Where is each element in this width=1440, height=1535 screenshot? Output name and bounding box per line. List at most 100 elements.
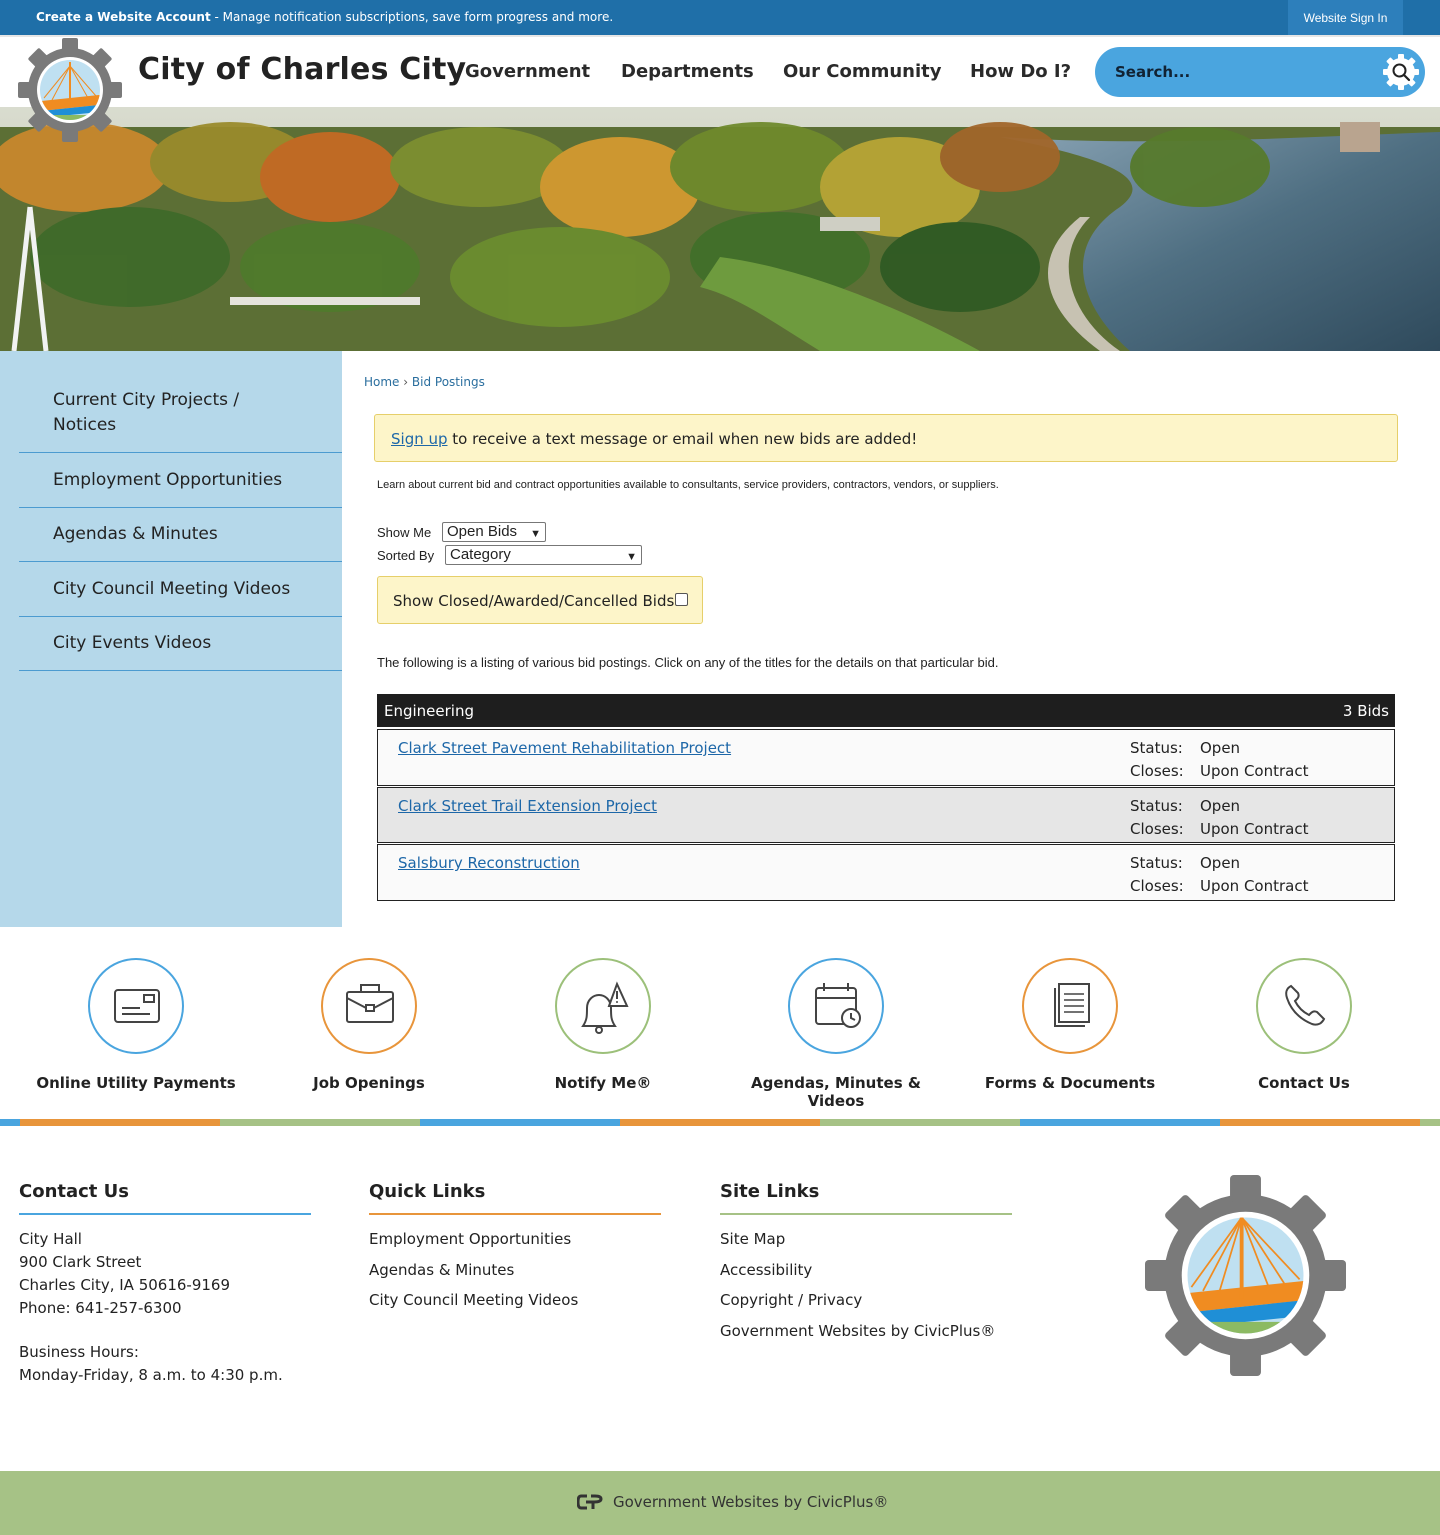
divider-stripe xyxy=(620,1119,820,1126)
bid-title-link[interactable]: Clark Street Pavement Rehabilitation Pro… xyxy=(398,739,731,757)
search-box[interactable]: Search... xyxy=(1095,47,1425,97)
sidebar-item-label: Employment Opportunities xyxy=(53,470,283,490)
city-gear-logo-icon[interactable] xyxy=(18,38,122,142)
chevron-down-icon: ▼ xyxy=(626,551,637,563)
bid-closes-value: Upon Contract xyxy=(1200,820,1309,838)
bell-alert-icon xyxy=(555,958,651,1054)
footer-hours-label: Business Hours: xyxy=(19,1343,139,1361)
bid-title-link[interactable]: Clark Street Trail Extension Project xyxy=(398,797,657,815)
footer-hours: Monday-Friday, 8 a.m. to 4:30 p.m. xyxy=(19,1366,283,1384)
footer-site-link[interactable]: Site Map xyxy=(720,1230,785,1248)
footer-quick-link[interactable]: Agendas & Minutes xyxy=(369,1261,514,1279)
bid-status-value: Open xyxy=(1200,739,1241,757)
signup-alert-text: to receive a text message or email when … xyxy=(447,430,918,448)
bid-status-label: Status: xyxy=(1130,797,1183,815)
divider-stripe xyxy=(1420,1119,1440,1126)
divider-stripe xyxy=(1020,1119,1220,1126)
footer-site-link[interactable]: Copyright / Privacy xyxy=(720,1291,862,1309)
sidebar-item-label: City Events Videos xyxy=(53,633,212,653)
phone-icon xyxy=(1256,958,1352,1054)
site-header: City of Charles City Government Departme… xyxy=(0,35,1440,107)
bid-row: Clark Street Trail Extension Project Sta… xyxy=(377,787,1395,843)
divider-stripe xyxy=(1220,1119,1420,1126)
calendar-clock-icon xyxy=(788,958,884,1054)
hero-banner-image xyxy=(0,107,1440,351)
create-account-message: Create a Website Account - Manage notifi… xyxy=(36,10,613,24)
divider-stripe xyxy=(420,1119,620,1126)
footer-quick-link[interactable]: City Council Meeting Videos xyxy=(369,1291,578,1309)
footer-contact-line: 900 Clark Street xyxy=(19,1253,142,1271)
show-closed-checkbox[interactable] xyxy=(675,593,688,606)
nav-how-do-i[interactable]: How Do I? xyxy=(970,61,1071,82)
footer-site-links-title: Site Links xyxy=(720,1181,820,1202)
signup-alert: Sign up to receive a text message or ema… xyxy=(374,414,1398,462)
quick-link-label: Job Openings xyxy=(313,1074,425,1092)
quick-link-label: Forms & Documents xyxy=(984,1074,1156,1092)
show-closed-label: Show Closed/Awarded/Cancelled Bids: xyxy=(393,592,680,610)
nav-our-community[interactable]: Our Community xyxy=(783,61,941,82)
show-me-label: Show Me xyxy=(377,525,432,540)
bid-row: Clark Street Pavement Rehabilitation Pro… xyxy=(377,729,1395,786)
footer-site-link[interactable]: Accessibility xyxy=(720,1261,812,1279)
site-title[interactable]: City of Charles City xyxy=(138,52,466,87)
chevron-down-icon: ▼ xyxy=(530,528,541,540)
divider-stripe xyxy=(20,1119,220,1126)
quick-link-label: Agendas, Minutes & Videos xyxy=(751,1074,921,1110)
footer-divider xyxy=(19,1213,311,1215)
breadcrumb-home[interactable]: Home xyxy=(364,375,399,389)
category-header: Engineering 3 Bids xyxy=(377,694,1395,727)
sorted-by-value: Category xyxy=(450,546,511,563)
create-account-desc: - Manage notification subscriptions, sav… xyxy=(210,10,614,24)
divider-stripe xyxy=(220,1119,420,1126)
create-account-link[interactable]: Create a Website Account xyxy=(36,10,211,24)
show-me-select[interactable]: Open Bids ▼ xyxy=(442,522,546,542)
sidebar-item-label: City Council Meeting Videos xyxy=(53,579,291,599)
bid-status-value: Open xyxy=(1200,854,1241,872)
civicplus-link[interactable]: Government Websites by CivicPlus® xyxy=(613,1493,888,1511)
sidebar-item-council-videos[interactable]: City Council Meeting Videos xyxy=(19,562,342,617)
breadcrumb: Home › Bid Postings xyxy=(364,375,485,389)
intro-text: Learn about current bid and contract opp… xyxy=(377,479,999,491)
bottom-bar: Government Websites by CivicPlus® xyxy=(0,1471,1440,1535)
sidebar-item-label: Current City Projects / xyxy=(53,390,240,410)
sorted-by-select[interactable]: Category ▼ xyxy=(445,545,642,565)
sidebar-item-agendas[interactable]: Agendas & Minutes xyxy=(19,508,342,562)
nav-government[interactable]: Government xyxy=(465,61,590,82)
footer-quick-link[interactable]: Employment Opportunities xyxy=(369,1230,571,1248)
nav-departments[interactable]: Departments xyxy=(621,61,754,82)
sidebar-item-current-city-projects[interactable]: Current City Projects / Notices xyxy=(19,378,342,453)
sidebar-item-events-videos[interactable]: City Events Videos xyxy=(19,617,342,671)
footer-quick-links-title: Quick Links xyxy=(369,1181,486,1202)
sorted-by-label: Sorted By xyxy=(377,548,435,563)
bid-closes-value: Upon Contract xyxy=(1200,762,1309,780)
briefcase-icon xyxy=(321,958,417,1054)
sidebar-item-label: Notices xyxy=(53,415,117,435)
sidebar-item-label: Agendas & Minutes xyxy=(53,524,218,544)
bid-row: Salsbury Reconstruction Status: Open Clo… xyxy=(377,844,1395,901)
footer-contact-line: City Hall xyxy=(19,1230,82,1248)
listing-description: The following is a listing of various bi… xyxy=(377,655,999,670)
quick-link-label: Online Utility Payments xyxy=(36,1074,236,1092)
search-input[interactable]: Search... xyxy=(1115,63,1190,81)
footer-site-link[interactable]: Government Websites by CivicPlus® xyxy=(720,1322,995,1340)
payment-card-icon xyxy=(88,958,184,1054)
website-sign-in-button[interactable]: Website Sign In xyxy=(1288,0,1403,35)
sidebar-item-employment[interactable]: Employment Opportunities xyxy=(19,453,342,508)
divider-stripe xyxy=(820,1119,1020,1126)
search-icon[interactable] xyxy=(1383,54,1419,90)
footer-contact-line: Charles City, IA 50616-9169 xyxy=(19,1276,231,1294)
bid-title-link[interactable]: Salsbury Reconstruction xyxy=(398,854,580,872)
bid-status-label: Status: xyxy=(1130,854,1183,872)
show-me-value: Open Bids xyxy=(447,523,518,540)
breadcrumb-current[interactable]: Bid Postings xyxy=(412,375,485,389)
bid-status-label: Status: xyxy=(1130,739,1183,757)
quick-link-label: Contact Us xyxy=(1258,1074,1350,1092)
category-name: Engineering xyxy=(384,702,474,720)
bid-closes-label: Closes: xyxy=(1130,877,1184,895)
footer-phone: Phone: 641-257-6300 xyxy=(19,1299,182,1317)
footer-divider xyxy=(369,1213,661,1215)
divider-stripe xyxy=(0,1119,20,1126)
category-count: 3 Bids xyxy=(1342,702,1389,720)
sign-up-link[interactable]: Sign up xyxy=(391,430,448,448)
bid-status-value: Open xyxy=(1200,797,1241,815)
